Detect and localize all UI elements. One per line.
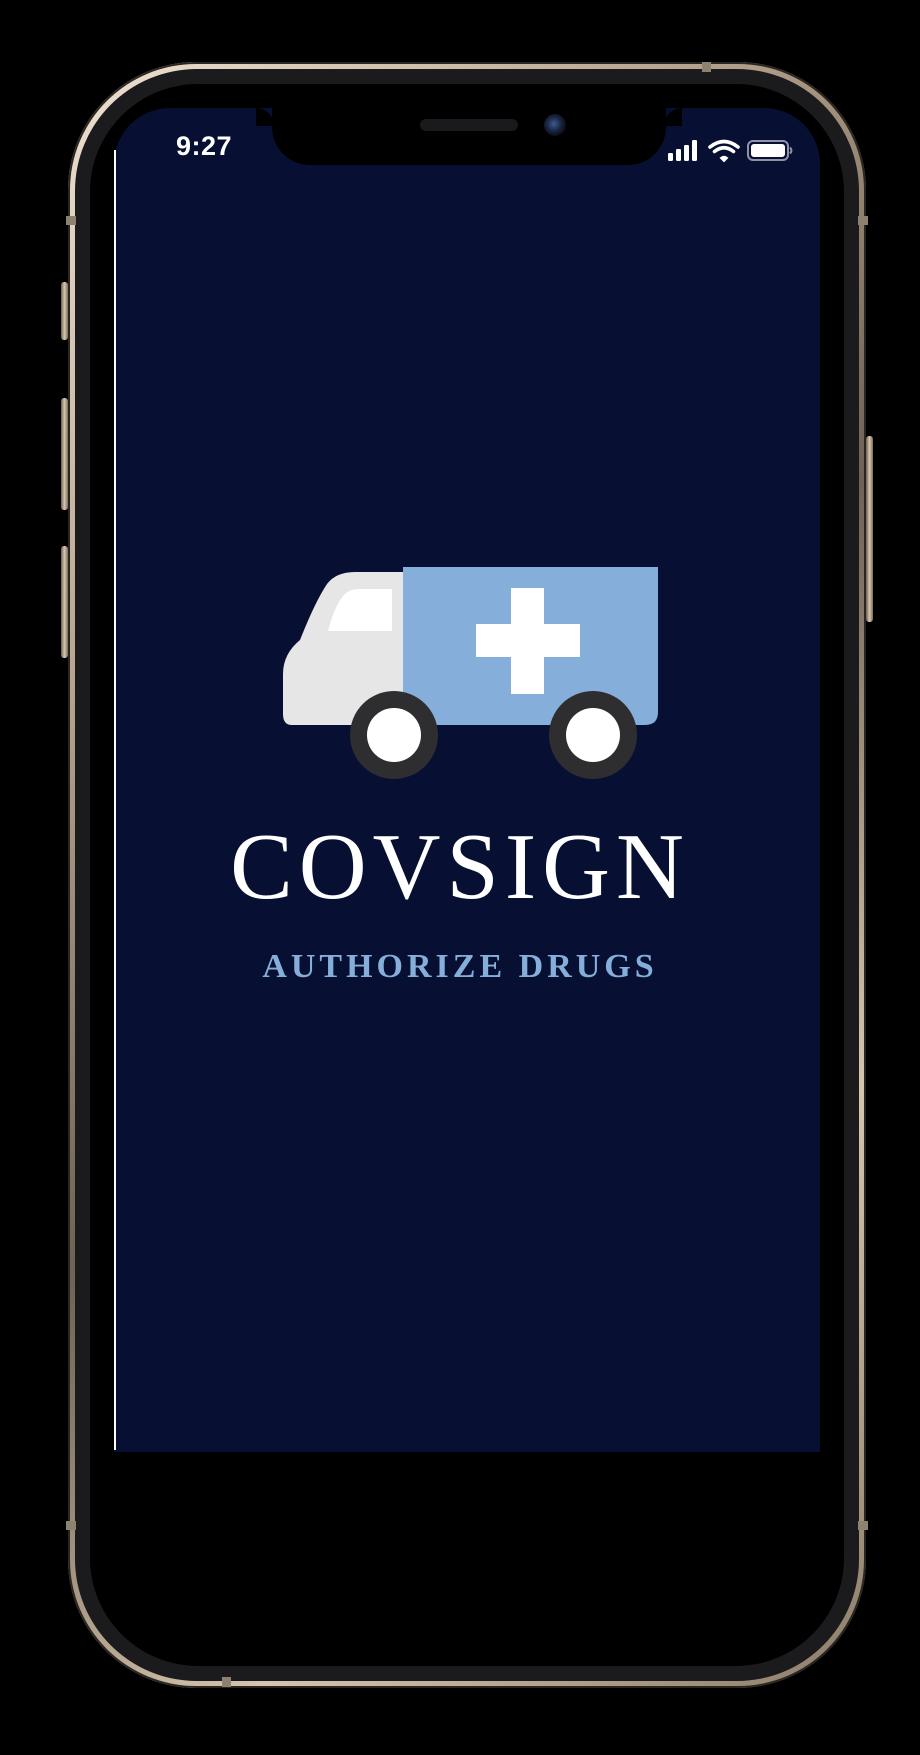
silent-switch: [61, 282, 68, 340]
vehicle-wheel: [549, 691, 637, 779]
status-icons: [666, 138, 796, 164]
cellular-signal-icon: [668, 140, 697, 161]
antenna-band: [222, 1677, 231, 1687]
notch: [272, 108, 666, 165]
antenna-band: [66, 216, 76, 225]
antenna-band: [858, 1521, 868, 1530]
volume-up-button: [61, 398, 68, 510]
device-mockup: 9:27 COVSIGN AUTHORIZE DRUGS: [0, 0, 920, 1755]
vehicle-wheel: [350, 691, 438, 779]
earpiece-speaker: [420, 119, 518, 131]
front-camera: [544, 114, 566, 136]
wifi-icon: [708, 139, 740, 163]
ambulance-icon: [280, 562, 660, 782]
brand-tagline: AUTHORIZE DRUGS: [262, 948, 658, 985]
antenna-band: [858, 216, 868, 225]
status-time: 9:27: [176, 131, 233, 161]
brand-name: COVSIGN: [230, 815, 690, 919]
antenna-band: [702, 62, 711, 72]
screen-edge-highlight: [114, 150, 116, 1450]
power-button: [866, 436, 873, 622]
antenna-band: [66, 1521, 76, 1530]
battery-full-icon: [747, 140, 793, 161]
volume-down-button: [61, 546, 68, 658]
